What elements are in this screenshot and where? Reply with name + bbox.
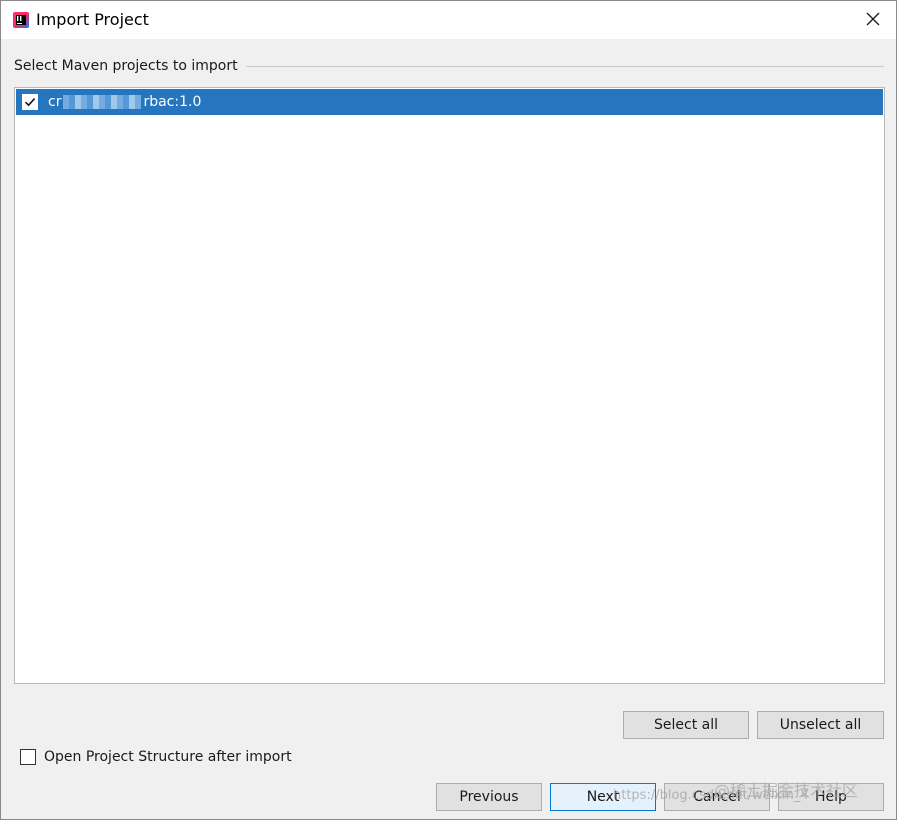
- redacted-text: [63, 95, 142, 109]
- import-project-dialog: Import Project Select Maven projects to …: [0, 0, 897, 820]
- previous-button[interactable]: Previous: [436, 783, 542, 811]
- cancel-button[interactable]: Cancel: [664, 783, 770, 811]
- section-divider: [245, 65, 884, 67]
- project-label: cr rbac:1.0: [48, 94, 201, 110]
- maven-project-list[interactable]: cr rbac:1.0: [14, 87, 885, 684]
- project-label-prefix: cr: [48, 94, 62, 110]
- open-structure-label: Open Project Structure after import: [44, 749, 292, 765]
- section-header: Select Maven projects to import: [14, 56, 884, 76]
- open-structure-checkbox[interactable]: [20, 749, 36, 765]
- open-structure-option[interactable]: Open Project Structure after import: [20, 749, 292, 765]
- close-button[interactable]: [850, 1, 896, 39]
- intellij-idea-icon: [13, 12, 29, 28]
- window-title: Import Project: [36, 10, 149, 29]
- next-button[interactable]: Next: [550, 783, 656, 811]
- help-button[interactable]: Help: [778, 783, 884, 811]
- select-all-button[interactable]: Select all: [623, 711, 749, 739]
- section-label: Select Maven projects to import: [14, 58, 238, 74]
- unselect-all-button[interactable]: Unselect all: [757, 711, 884, 739]
- project-label-suffix: rbac:1.0: [143, 94, 202, 110]
- close-icon: [866, 11, 880, 30]
- project-checkbox[interactable]: [22, 94, 38, 110]
- list-item[interactable]: cr rbac:1.0: [16, 89, 883, 115]
- checkmark-icon: [24, 98, 36, 107]
- title-bar: Import Project: [1, 1, 896, 39]
